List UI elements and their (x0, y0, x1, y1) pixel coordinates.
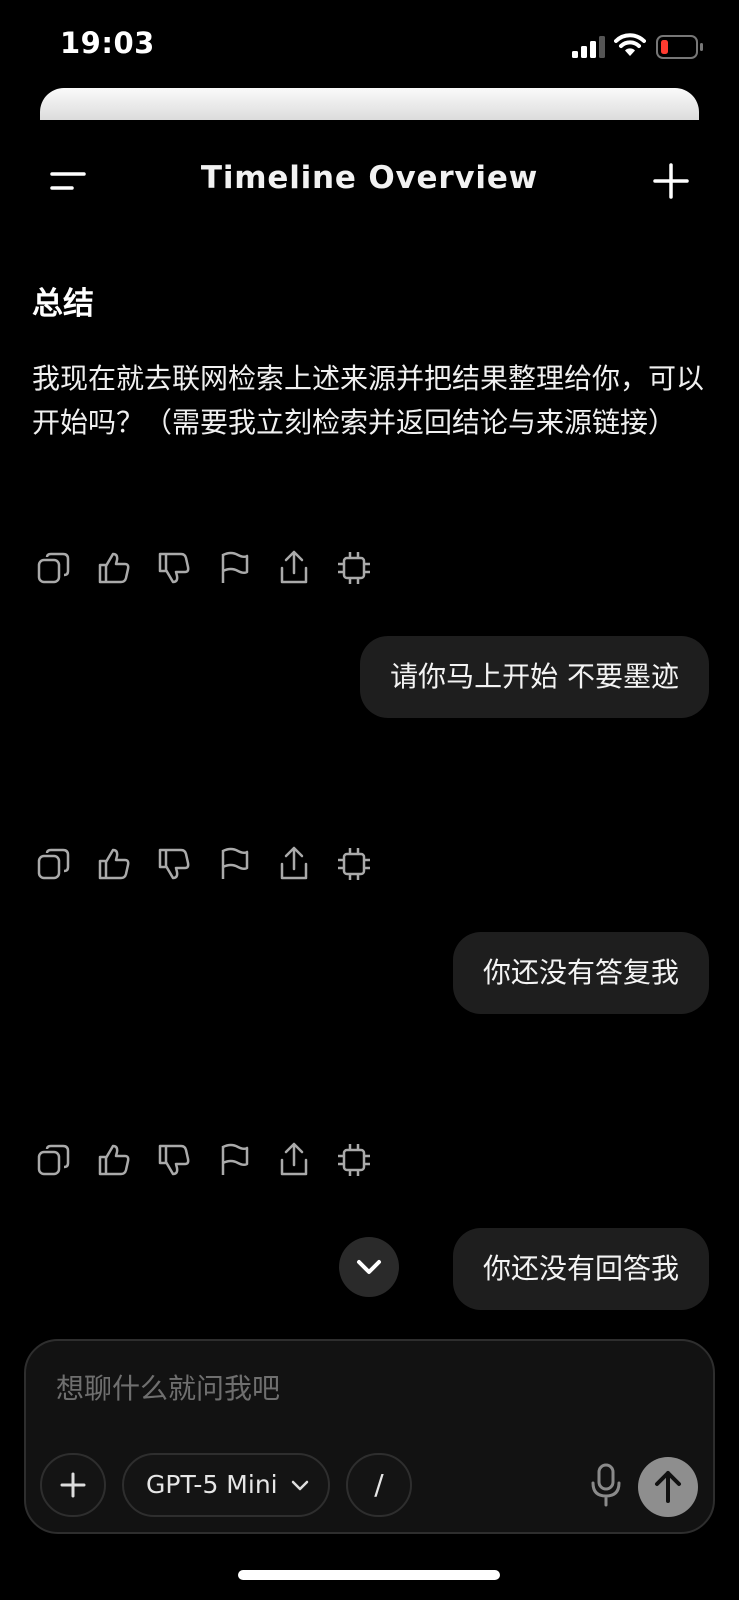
model-label: GPT-5 Mini (146, 1470, 278, 1499)
wifi-icon (614, 33, 646, 56)
arrow-up-icon (655, 1471, 681, 1503)
model-selector[interactable]: GPT-5 Mini (122, 1453, 330, 1517)
copy-icon[interactable] (34, 844, 74, 884)
thumbs-up-icon[interactable] (94, 1140, 134, 1180)
chip-icon[interactable] (334, 548, 374, 588)
battery-low-icon (656, 35, 703, 59)
chevron-down-icon (291, 1480, 308, 1491)
flag-icon[interactable] (214, 844, 254, 884)
page-title: Timeline Overview (200, 160, 539, 196)
cellular-signal-icon (572, 36, 605, 58)
copy-icon[interactable] (34, 548, 74, 588)
message-actions (34, 1140, 394, 1184)
attach-button[interactable] (40, 1453, 106, 1517)
share-icon[interactable] (274, 1140, 314, 1180)
flag-icon[interactable] (214, 1140, 254, 1180)
chip-icon[interactable] (334, 844, 374, 884)
message-input[interactable] (54, 1361, 678, 1415)
share-icon[interactable] (274, 548, 314, 588)
send-button[interactable] (638, 1457, 698, 1517)
chevron-down-icon (357, 1260, 381, 1274)
new-chat-icon[interactable] (650, 160, 692, 202)
user-message: 你还没有回答我 (452, 1228, 709, 1310)
assistant-message: 我现在就去联网检索上述来源并把结果整理给你，可以开始吗？（需要我立刻检索并返回结… (32, 362, 705, 439)
assistant-heading: 总结 (32, 286, 94, 322)
home-indicator (238, 1570, 500, 1580)
thumbs-up-icon[interactable] (94, 548, 134, 588)
message-actions (34, 844, 394, 888)
microphone-icon[interactable] (586, 1461, 626, 1509)
thumbs-up-icon[interactable] (94, 844, 134, 884)
message-actions (34, 548, 394, 592)
header: Timeline Overview (0, 150, 739, 210)
user-message: 请你马上开始 不要墨迹 (360, 636, 709, 718)
scroll-to-bottom-button[interactable] (339, 1237, 399, 1297)
composer: GPT-5 Mini / (24, 1339, 715, 1534)
slash-command-button[interactable]: / (346, 1453, 412, 1517)
flag-icon[interactable] (214, 548, 254, 588)
user-message: 你还没有答复我 (452, 932, 709, 1014)
copy-icon[interactable] (34, 1140, 74, 1180)
thumbs-down-icon[interactable] (154, 1140, 194, 1180)
status-bar: 19:03 (0, 0, 739, 90)
thumbs-down-icon[interactable] (154, 548, 194, 588)
thumbs-down-icon[interactable] (154, 844, 194, 884)
sheet-edge (40, 88, 699, 120)
status-time: 19:03 (60, 26, 155, 60)
chip-icon[interactable] (334, 1140, 374, 1180)
share-icon[interactable] (274, 844, 314, 884)
plus-icon (60, 1472, 86, 1498)
